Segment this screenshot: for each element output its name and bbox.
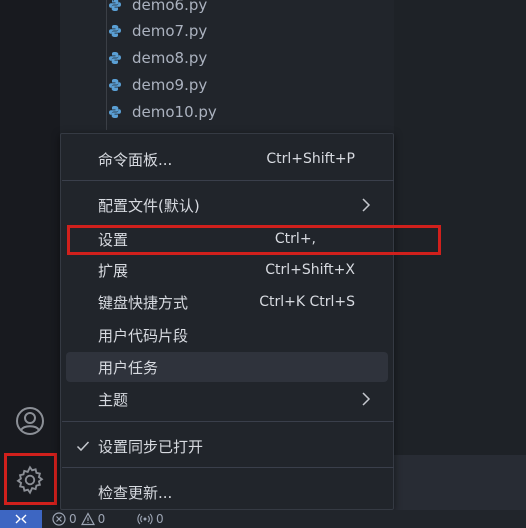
file-item[interactable]: demo8.py	[108, 45, 207, 71]
status-bar: 0 0 0	[0, 510, 526, 528]
menu-separator	[62, 467, 394, 468]
python-file-icon	[109, 25, 121, 37]
file-name: demo8.py	[132, 49, 208, 67]
menu-item-shortcut: Ctrl+Shift+P	[266, 151, 355, 167]
file-item[interactable]: demo10.py	[108, 99, 217, 125]
menu-item-user-snippets[interactable]: 用户代码片段	[66, 320, 388, 350]
warning-count: 0	[97, 512, 106, 526]
menu-item-extensions[interactable]: 扩展 Ctrl+Shift+X	[66, 255, 388, 285]
ports-count: 0	[156, 512, 164, 526]
menu-item-shortcut: Ctrl+Shift+X	[265, 262, 355, 278]
account-icon[interactable]	[10, 401, 50, 441]
menu-item-settings-sync[interactable]: 设置同步已打开	[66, 431, 388, 461]
activity-bar	[0, 0, 60, 510]
menu-item-label: 主题	[98, 390, 129, 409]
menu-item-check-updates[interactable]: 检查更新...	[66, 477, 388, 507]
menu-item-label: 用户任务	[98, 358, 159, 377]
menu-item-user-tasks[interactable]: 用户任务	[66, 352, 388, 382]
file-item[interactable]: demo6.py	[108, 0, 207, 18]
file-item[interactable]: demo7.py	[108, 18, 207, 44]
remote-button[interactable]	[0, 510, 42, 528]
menu-separator	[62, 180, 394, 181]
python-file-icon	[109, 52, 121, 64]
menu-item-keyboard-shortcuts[interactable]: 键盘快捷方式 Ctrl+K Ctrl+S	[66, 287, 388, 317]
error-icon	[52, 512, 66, 526]
file-name: demo9.py	[132, 76, 208, 94]
python-file-icon	[109, 106, 121, 118]
menu-item-themes[interactable]: 主题	[66, 384, 388, 414]
check-icon	[76, 441, 90, 452]
manage-menu: 命令面板... Ctrl+Shift+P 配置文件(默认) 设置 Ctrl+, …	[60, 133, 394, 510]
menu-item-label: 命令面板...	[98, 150, 173, 169]
menu-item-label: 用户代码片段	[98, 326, 189, 345]
remote-icon	[15, 514, 27, 524]
warning-icon	[80, 512, 95, 526]
python-file-icon	[109, 0, 121, 11]
tree-indent-guide	[106, 0, 107, 130]
panel-strip	[394, 455, 526, 510]
menu-item-label: 扩展	[98, 261, 129, 280]
broadcast-icon	[137, 513, 153, 525]
file-item[interactable]: demo9.py	[108, 72, 207, 98]
file-name: demo7.py	[132, 22, 208, 40]
chevron-right-icon	[362, 392, 371, 406]
problems-indicator[interactable]: 0 0	[52, 511, 105, 527]
menu-item-label: 设置同步已打开	[98, 437, 204, 456]
menu-separator	[62, 421, 394, 422]
file-name: demo10.py	[132, 103, 217, 121]
chevron-right-icon	[362, 198, 371, 212]
error-count: 0	[69, 512, 77, 526]
gear-highlight-box	[4, 453, 57, 505]
python-file-icon	[109, 79, 121, 91]
file-name: demo6.py	[132, 0, 208, 14]
menu-item-label: 键盘快捷方式	[98, 293, 189, 312]
menu-item-label: 配置文件(默认)	[98, 196, 200, 215]
ports-indicator[interactable]: 0	[137, 511, 164, 527]
editor-area	[394, 0, 526, 510]
menu-item-command-palette[interactable]: 命令面板... Ctrl+Shift+P	[66, 144, 388, 174]
settings-highlight-box	[67, 225, 441, 255]
menu-item-profile[interactable]: 配置文件(默认)	[66, 190, 388, 220]
menu-item-shortcut: Ctrl+K Ctrl+S	[259, 294, 355, 310]
menu-item-label: 检查更新...	[98, 483, 173, 502]
